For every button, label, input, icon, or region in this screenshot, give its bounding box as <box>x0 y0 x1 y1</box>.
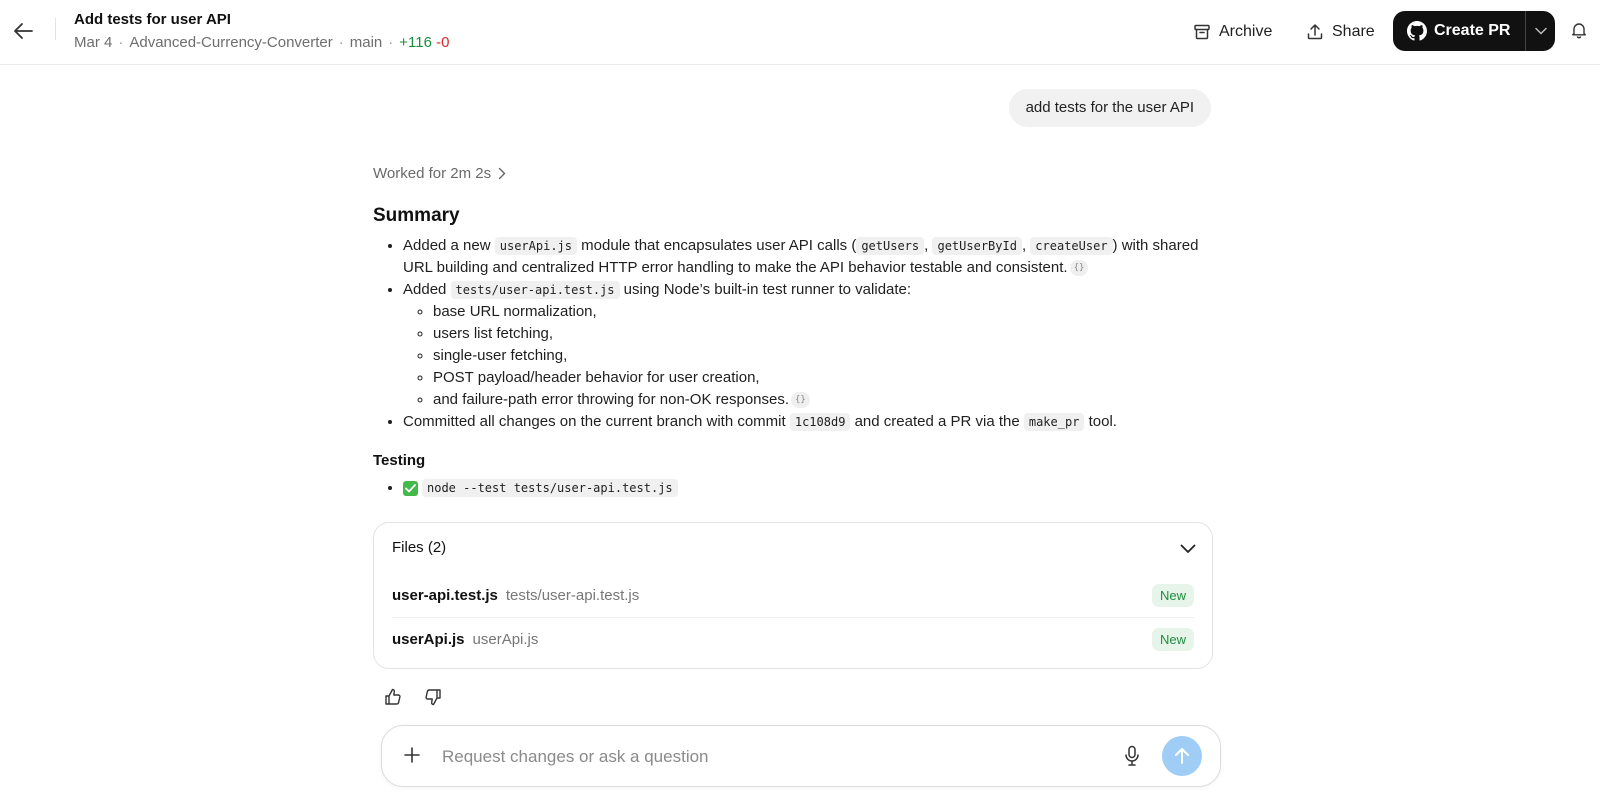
list-item: Added a new userApi.js module that encap… <box>403 235 1213 279</box>
worked-for-toggle[interactable]: Worked for 2m 2s <box>373 165 506 182</box>
plus-icon <box>404 747 420 763</box>
inline-code: getUsers <box>856 237 925 255</box>
file-name: user-api.test.js <box>392 586 498 604</box>
chevron-down-icon <box>1534 27 1547 35</box>
inline-code: createUser <box>1030 237 1113 255</box>
notifications-button[interactable] <box>1571 21 1587 44</box>
thumbs-up-button[interactable] <box>383 687 403 712</box>
worked-for-label: Worked for 2m 2s <box>373 165 492 182</box>
citation-chip[interactable]: {} <box>1069 260 1089 277</box>
list-item: node --test tests/user-api.test.js <box>403 477 678 499</box>
sub-list: base URL normalization, users list fetch… <box>403 301 1213 411</box>
composer <box>381 725 1221 787</box>
microphone-button[interactable] <box>1124 745 1140 772</box>
top-bar: Add tests for user API Mar 4 · Advanced-Cu… <box>0 0 1600 65</box>
inline-code: make_pr <box>1023 413 1085 431</box>
files-panel: Files (2) user-api.test.js tests/user-ap… <box>373 522 1213 669</box>
files-collapse-toggle[interactable] <box>1180 541 1196 559</box>
share-icon <box>1307 24 1323 40</box>
list-item: users list fetching, <box>433 323 1213 345</box>
arrow-up-icon <box>1175 748 1189 764</box>
files-header: Files (2) <box>392 539 447 556</box>
task-title: Add tests for user API <box>74 11 231 28</box>
microphone-icon <box>1125 745 1139 766</box>
create-pr-label: Create PR <box>1434 22 1511 39</box>
inline-code: userApi.js <box>494 237 577 255</box>
new-badge: New <box>1151 627 1194 651</box>
check-icon <box>403 480 418 496</box>
create-pr-dropdown[interactable] <box>1526 27 1555 35</box>
file-path: userApi.js <box>472 630 539 648</box>
thumbs-up-icon <box>385 688 401 705</box>
file-row[interactable]: userApi.js userApi.js New <box>392 617 1194 661</box>
repo-name[interactable]: Advanced-Currency-Converter <box>129 34 332 51</box>
github-icon <box>1407 21 1427 41</box>
back-arrow-icon <box>14 23 33 39</box>
share-button[interactable]: Share <box>1306 16 1375 48</box>
share-label: Share <box>1332 23 1375 40</box>
file-name: userApi.js <box>392 630 465 648</box>
thumbs-down-button[interactable] <box>423 687 443 712</box>
archive-icon <box>1194 24 1210 40</box>
send-button[interactable] <box>1162 736 1202 776</box>
chevron-down-icon <box>1180 544 1196 554</box>
file-path: tests/user-api.test.js <box>505 586 640 604</box>
attach-button[interactable] <box>402 745 422 770</box>
citation-chip[interactable]: {} <box>791 392 810 409</box>
inline-code: tests/user-api.test.js <box>450 281 620 299</box>
summary-list: Added a new userApi.js module that encap… <box>373 235 1213 433</box>
summary-content: Added a new userApi.js module that encap… <box>373 235 1213 433</box>
testing-list: node --test tests/user-api.test.js <box>373 477 678 499</box>
list-item: Added tests/user-api.test.js using Node’… <box>403 279 1213 411</box>
test-command: node --test tests/user-api.test.js <box>422 479 678 497</box>
thumbs-down-icon <box>425 689 441 706</box>
archive-button[interactable]: Archive <box>1193 16 1272 48</box>
create-pr-split-button: Create PR <box>1393 11 1555 51</box>
new-badge: New <box>1151 583 1194 607</box>
list-item: base URL normalization, <box>433 301 1213 323</box>
file-row[interactable]: user-api.test.js tests/user-api.test.js … <box>392 573 1194 618</box>
message-input[interactable] <box>440 740 1084 774</box>
branch-name: main <box>349 34 383 51</box>
deletions-count: -0 <box>436 34 450 51</box>
task-date: Mar 4 <box>74 34 113 51</box>
inline-code: getUserById <box>932 237 1022 255</box>
list-item: single-user fetching, <box>433 345 1213 367</box>
back-button[interactable] <box>8 14 38 48</box>
list-item: and failure-path error throwing for non-… <box>433 389 1213 411</box>
bell-icon <box>1572 23 1586 39</box>
list-item: Committed all changes on the current bra… <box>403 411 1213 433</box>
task-meta: Mar 4 · Advanced-Currency-Converter · main · +… <box>74 34 450 51</box>
chevron-right-icon <box>498 167 506 180</box>
user-message: add tests for the user API <box>1008 89 1211 127</box>
testing-heading: Testing <box>373 452 426 469</box>
list-item: POST payload/header behavior for user cr… <box>433 367 1213 389</box>
additions-count: +116 <box>399 34 432 51</box>
header-divider <box>55 18 56 40</box>
archive-label: Archive <box>1219 23 1273 40</box>
create-pr-button[interactable]: Create PR <box>1393 11 1525 51</box>
summary-heading: Summary <box>373 205 460 226</box>
inline-code: 1c108d9 <box>789 413 851 431</box>
